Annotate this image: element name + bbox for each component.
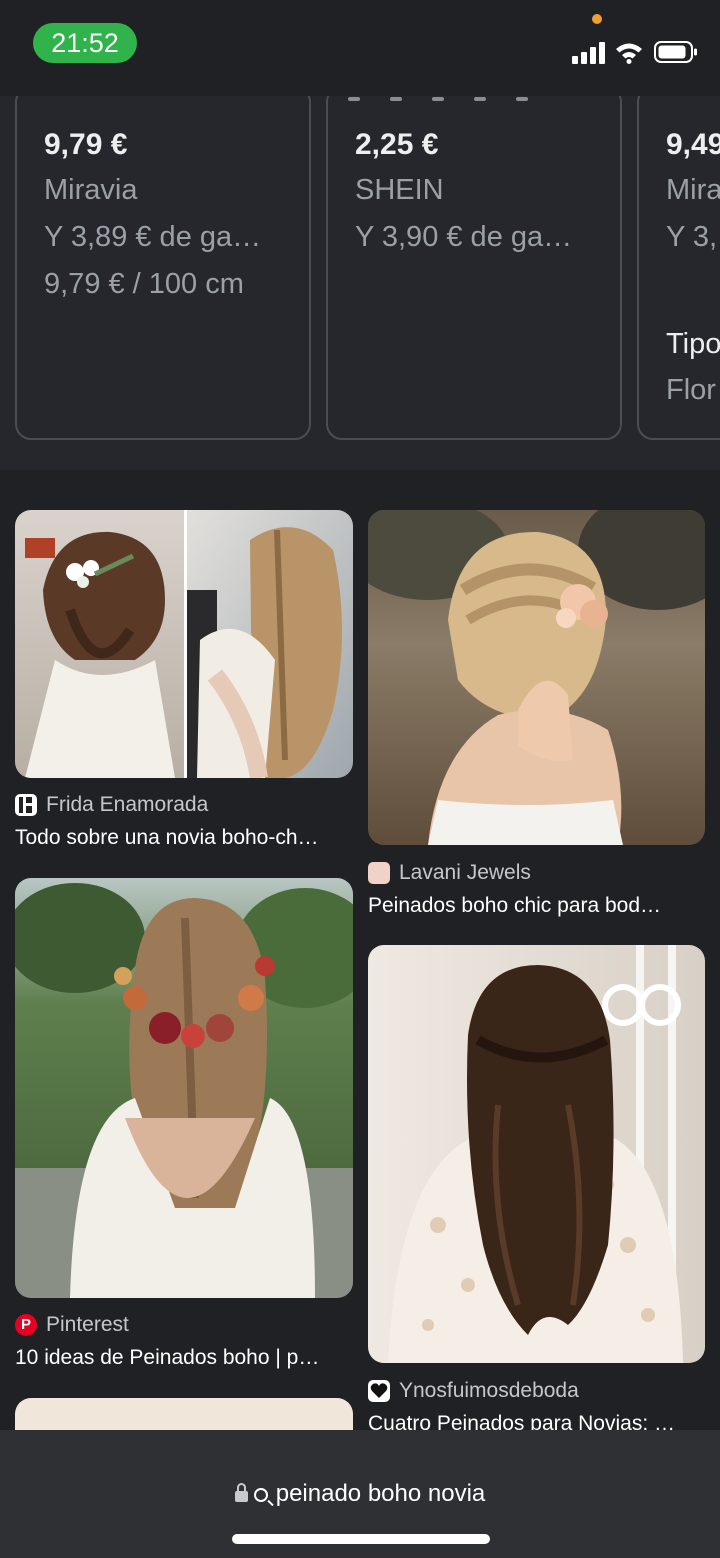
privacy-indicator-dot	[592, 14, 602, 24]
pinterest-icon: P	[15, 1314, 37, 1336]
shopping-card[interactable]: 9,79 € Miravia Y 3,89 € de ga… 9,79 € / …	[15, 96, 311, 440]
result-image[interactable]	[15, 878, 353, 1298]
search-query: peinado boho novia	[275, 1480, 486, 1507]
lock-icon	[234, 1483, 248, 1502]
status-time: 21:52	[33, 23, 137, 63]
shipping-cost: Y 3,89 € de ga…	[44, 221, 262, 253]
result-source-label: Lavani Jewels	[399, 861, 531, 884]
wifi-icon	[616, 43, 642, 64]
shopping-card[interactable]: 2,25 € SHEIN Y 3,90 € de ga…	[326, 96, 622, 440]
result-source[interactable]: P Pinterest	[15, 1313, 129, 1337]
clipped-title-fragment	[348, 96, 568, 102]
lavani-favicon-icon	[368, 862, 390, 884]
product-price: 9,79 €	[44, 128, 128, 161]
store-name: SHEIN	[355, 174, 444, 206]
result-source-label: Frida Enamorada	[46, 793, 209, 816]
store-name: Mira	[666, 174, 720, 206]
product-price: 2,25 €	[355, 128, 439, 161]
shopping-card[interactable]: 9,49 Mira Y 3, Tipo Flor	[637, 96, 720, 440]
cellular-signal-icon	[572, 40, 606, 64]
result-source[interactable]: Ynosfuimosdeboda	[368, 1379, 579, 1403]
result-source-label: Ynosfuimosdeboda	[399, 1379, 579, 1402]
result-title[interactable]: Todo sobre una novia boho-ch…	[15, 826, 319, 850]
result-source-label: Pinterest	[46, 1313, 129, 1336]
attribute-label: Tipo	[666, 328, 720, 360]
shipping-cost: Y 3,	[666, 221, 718, 253]
store-name: Miravia	[44, 174, 138, 206]
shipping-cost: Y 3,90 € de ga…	[355, 221, 573, 253]
heart-favicon-icon	[368, 1380, 390, 1402]
result-image[interactable]	[15, 510, 353, 778]
unit-price: 9,79 € / 100 cm	[44, 268, 244, 300]
result-image[interactable]	[368, 945, 705, 1363]
search-icon	[253, 1488, 268, 1502]
battery-icon	[654, 41, 697, 63]
frida-favicon-icon	[15, 794, 37, 816]
attribute-value: Flor	[666, 374, 716, 406]
result-source[interactable]: Lavani Jewels	[368, 861, 531, 885]
status-bar: 21:52	[0, 0, 720, 96]
result-source[interactable]: Frida Enamorada	[15, 793, 208, 817]
result-title[interactable]: Peinados boho chic para bod…	[368, 894, 661, 918]
home-indicator[interactable]	[232, 1534, 490, 1544]
result-title[interactable]: 10 ideas de Peinados boho | p…	[15, 1346, 319, 1370]
shopping-results-strip: 9,79 € Miravia Y 3,89 € de ga… 9,79 € / …	[0, 96, 720, 470]
address-bar-content[interactable]: peinado boho novia	[0, 1480, 720, 1508]
product-price: 9,49	[666, 128, 720, 161]
result-image[interactable]	[368, 510, 705, 845]
clipped-title-fragment	[37, 96, 257, 102]
